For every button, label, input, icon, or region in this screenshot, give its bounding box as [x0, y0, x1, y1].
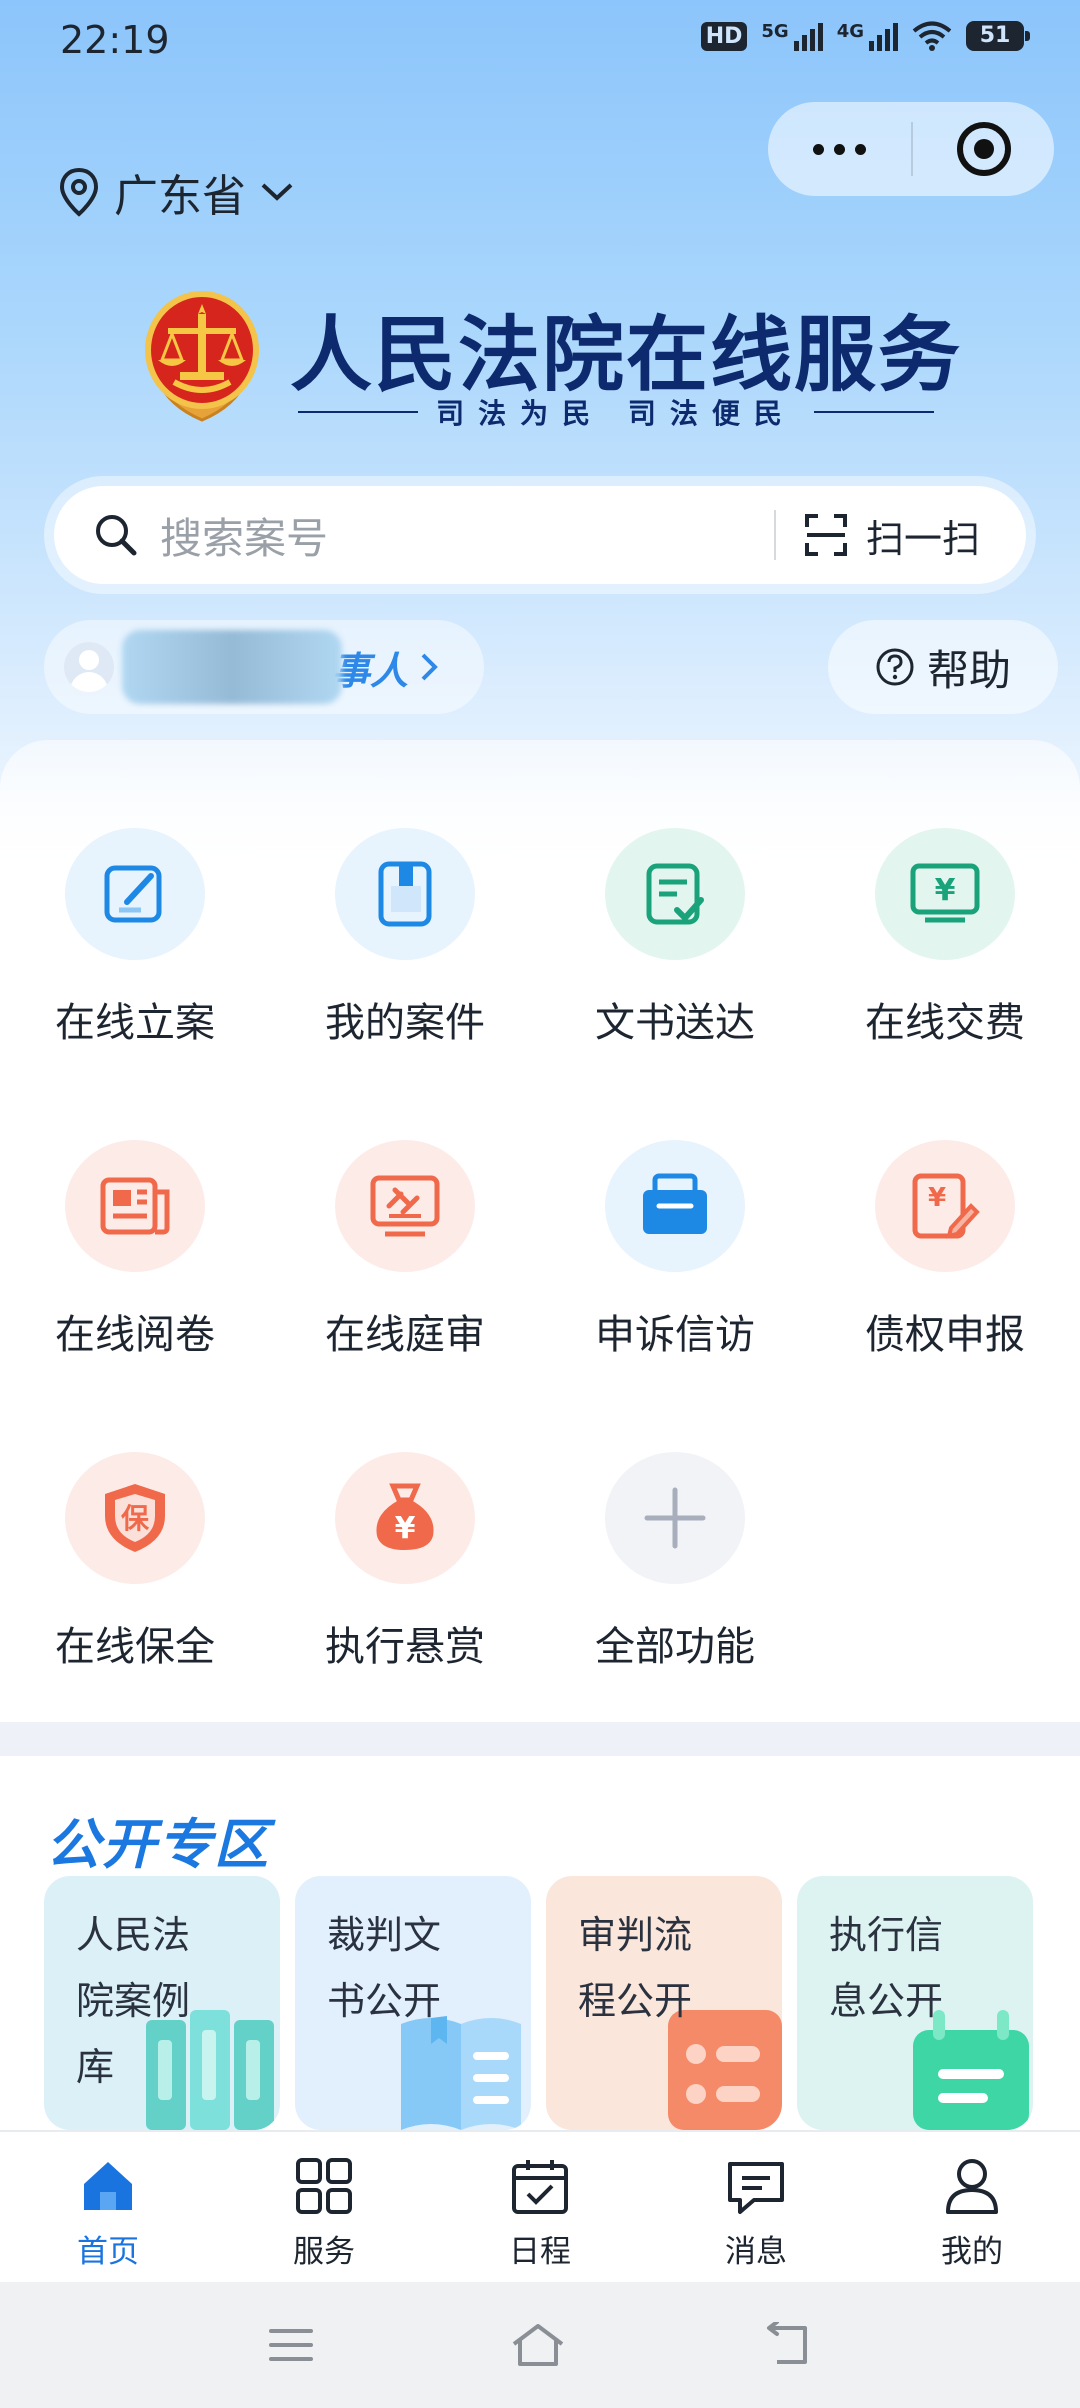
slogan-line: 司法为民 司法便民 — [298, 392, 934, 432]
blurred-username — [122, 630, 342, 704]
function-online-hearing[interactable]: 在线庭审 — [270, 1140, 540, 1360]
gavel-screen-icon — [370, 1175, 440, 1237]
help-icon — [876, 648, 914, 686]
location-label: 广东省 — [114, 171, 246, 222]
scan-button[interactable]: 扫一扫 — [776, 508, 1026, 563]
more-options-button[interactable] — [768, 143, 911, 155]
avatar — [64, 642, 114, 692]
target-icon — [956, 122, 1011, 176]
doc-check-icon — [646, 863, 704, 925]
signal-5g-icon: 5G — [761, 21, 823, 51]
public-zone-title: 公开专区 — [46, 1813, 270, 1876]
wifi-icon — [912, 21, 952, 51]
function-execution-reward[interactable]: ¥ 执行悬赏 — [270, 1452, 540, 1672]
function-online-preservation[interactable]: 保 在线保全 — [0, 1452, 270, 1672]
card-trial-process[interactable]: 审判流 程公开 — [546, 1876, 782, 2130]
search-bar-wrapper: 搜索案号 扫一扫 — [44, 476, 1036, 594]
tab-messages[interactable]: 消息 — [648, 2132, 864, 2282]
search-bar: 搜索案号 扫一扫 — [54, 486, 1026, 584]
edit-doc-icon — [104, 865, 162, 923]
function-appeal-petition[interactable]: 申诉信访 — [540, 1140, 810, 1360]
public-zone-cards: 人民法 院案例 库 裁判文 书公开 审判流 程公开 执行信 息公开 — [44, 1876, 1044, 2130]
function-my-cases[interactable]: 我的案件 — [270, 828, 540, 1048]
card-judgment-docs[interactable]: 裁判文 书公开 — [295, 1876, 531, 2130]
user-icon — [946, 2159, 998, 2214]
slogan-rule-left — [298, 411, 419, 413]
system-nav-bar — [0, 2282, 1080, 2408]
location-selector[interactable]: 广东省 — [58, 160, 294, 224]
function-online-filing[interactable]: 在线立案 — [0, 828, 270, 1048]
money-bag-icon: ¥ — [376, 1483, 434, 1550]
menu-icon[interactable] — [267, 2325, 315, 2365]
svg-text:¥: ¥ — [395, 1511, 416, 1546]
svg-text:¥: ¥ — [935, 873, 956, 908]
svg-text:保: 保 — [121, 1502, 150, 1535]
message-icon — [728, 2162, 784, 2214]
close-miniprogram-button[interactable] — [913, 122, 1054, 176]
plus-icon — [644, 1487, 706, 1549]
card-case-library[interactable]: 人民法 院案例 库 — [44, 1876, 280, 2130]
chevron-down-icon — [261, 183, 293, 201]
search-icon — [96, 515, 137, 556]
page-title: 人民法院在线服务 — [290, 308, 963, 403]
home-nav-icon[interactable] — [508, 2320, 568, 2370]
status-bar: 22:19 HD 5G 4G 51 — [0, 0, 1080, 84]
help-label: 帮助 — [926, 645, 1011, 695]
search-input[interactable]: 搜索案号 — [160, 505, 774, 566]
tab-home[interactable]: 首页 — [0, 2132, 216, 2282]
tab-schedule[interactable]: 日程 — [432, 2132, 648, 2282]
case-book-icon — [378, 861, 432, 927]
user-role-label: 事人 — [332, 648, 409, 693]
status-icons: HD 5G 4G 51 — [700, 20, 1030, 52]
scan-icon — [804, 514, 847, 556]
slogan: 司法为民 司法便民 — [436, 397, 796, 430]
function-claim-declaration[interactable]: ¥ 债权申报 — [810, 1140, 1080, 1360]
location-pin-icon — [59, 167, 99, 217]
home-icon — [84, 2162, 132, 2210]
function-online-file-review[interactable]: 在线阅卷 — [0, 1140, 270, 1360]
battery-icon: 51 — [966, 21, 1030, 51]
function-online-payment[interactable]: ¥ 在线交费 — [810, 828, 1080, 1048]
tab-profile[interactable]: 我的 — [864, 2132, 1080, 2282]
grid-icon — [296, 2158, 352, 2214]
mailbox-icon — [643, 1173, 707, 1234]
section-separator — [0, 1722, 1080, 1756]
function-all-features[interactable]: 全部功能 — [540, 1452, 810, 1672]
newspaper-icon — [100, 1177, 170, 1235]
payment-monitor-icon: ¥ — [910, 863, 980, 923]
user-identity-button[interactable]: 事人 — [44, 620, 484, 714]
bottom-tab-bar: 首页 服务 日程 消息 我的 — [0, 2130, 1080, 2282]
signal-4g-icon: 4G — [837, 21, 898, 51]
chevron-right-icon — [421, 653, 438, 681]
card-execution-info[interactable]: 执行信 息公开 — [797, 1876, 1033, 2130]
miniprogram-capsule — [768, 102, 1054, 196]
calendar-icon — [512, 2160, 568, 2214]
shield-icon: 保 — [105, 1484, 165, 1552]
svg-text:¥: ¥ — [928, 1183, 946, 1213]
help-button[interactable]: 帮助 — [828, 620, 1058, 714]
claim-edit-icon: ¥ — [912, 1173, 980, 1239]
court-emblem-icon — [145, 291, 259, 422]
status-time: 22:19 — [60, 18, 170, 62]
scan-label: 扫一扫 — [865, 516, 980, 561]
title-banner: 人民法院在线服务 司法为民 司法便民 — [140, 288, 960, 430]
tab-services[interactable]: 服务 — [216, 2132, 432, 2282]
back-icon[interactable] — [761, 2322, 813, 2368]
slogan-rule-right — [813, 411, 934, 413]
hd-icon: HD — [700, 21, 748, 51]
function-doc-delivery[interactable]: 文书送达 — [540, 828, 810, 1048]
